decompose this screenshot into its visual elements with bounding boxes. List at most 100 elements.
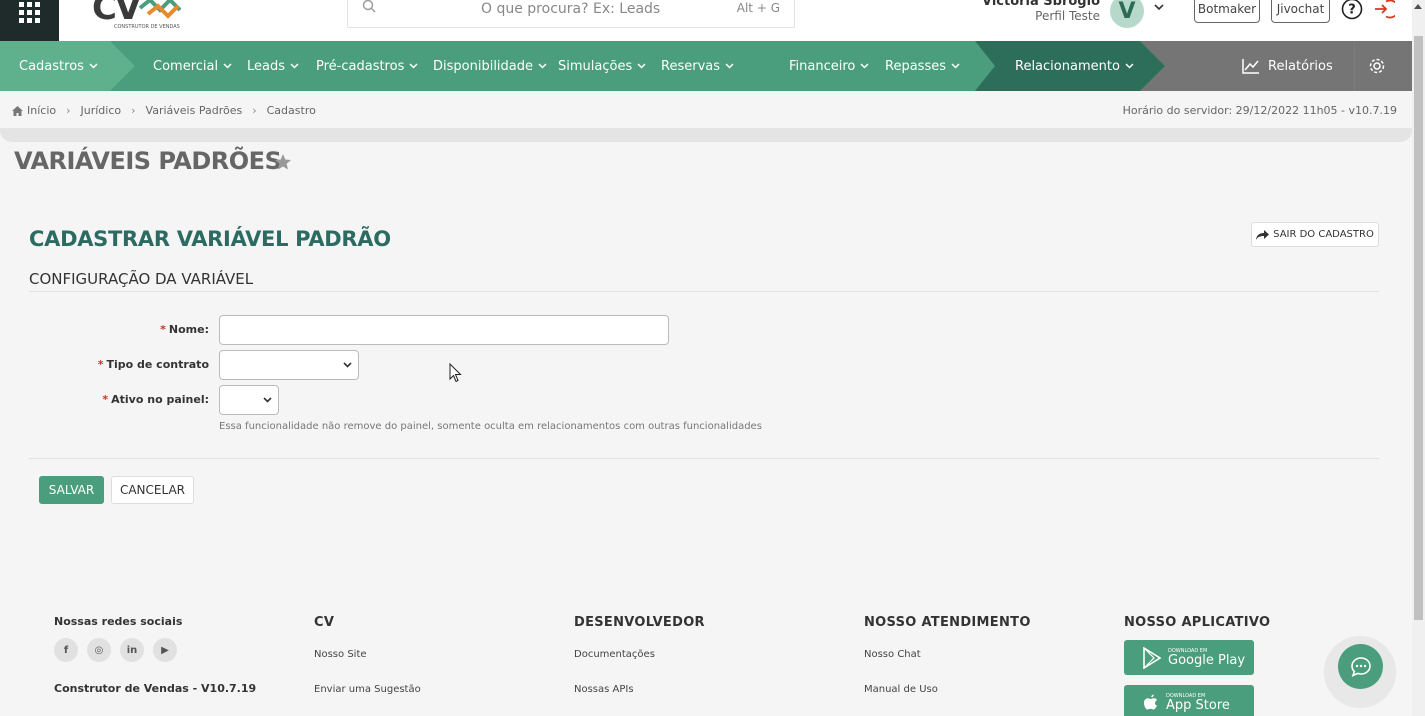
user-profile: Perfil Teste	[1035, 9, 1100, 23]
footer-link[interactable]: Nossas APIs	[574, 684, 634, 695]
avatar[interactable]: V	[1110, 0, 1144, 28]
chevron-down-icon	[725, 63, 734, 69]
divider	[29, 291, 1379, 292]
nav-item-disponibilidade[interactable]: Disponibilidade	[433, 41, 547, 91]
footer-link[interactable]: Documentações	[574, 649, 655, 660]
breadcrumb-item[interactable]: Variáveis Padrões	[146, 104, 243, 117]
nav-label: Disponibilidade	[433, 58, 534, 74]
main-navbar: Cadastros Comercial Leads Pré-cadastros …	[0, 41, 1425, 91]
server-time: Horário do servidor: 29/12/2022 11h05 - …	[1122, 104, 1397, 117]
nav-item-reservas[interactable]: Reservas	[661, 41, 734, 91]
label-text: Tipo de contrato	[106, 358, 209, 371]
label-text: Nome:	[168, 323, 209, 336]
footer-link[interactable]: Nosso Site	[314, 649, 367, 660]
contract-type-select[interactable]	[219, 350, 359, 380]
help-icon[interactable]: ?	[1341, 0, 1363, 20]
nav-item-relacionamento[interactable]: Relacionamento	[1015, 41, 1134, 91]
nav-item-cadastros[interactable]: Cadastros	[19, 41, 98, 91]
divider	[29, 458, 1379, 459]
chevron-down-icon	[263, 397, 272, 403]
nav-label: Pré-cadastros	[316, 58, 405, 74]
settings-button[interactable]	[1354, 41, 1399, 91]
google-play-icon	[1143, 646, 1162, 669]
nav-item-relatorios[interactable]: Relatórios	[1242, 41, 1333, 91]
breadcrumb: Início › Jurídico › Variáveis Padrões › …	[12, 104, 316, 117]
exit-form-button[interactable]: SAIR DO CADASTRO	[1251, 222, 1379, 247]
search-input[interactable]: O que procura? Ex: Leads	[481, 1, 660, 17]
breadcrumb-item[interactable]: Jurídico	[81, 104, 122, 117]
nav-label: Financeiro	[789, 58, 856, 74]
breadcrumb-item[interactable]: Início	[27, 104, 56, 117]
user-name[interactable]: Victoria Sbrogio	[982, 0, 1100, 9]
nav-item-leads[interactable]: Leads	[247, 41, 299, 91]
footer-link[interactable]: Enviar uma Sugestão	[314, 684, 421, 695]
footer-dev-title: DESENVOLVEDOR	[574, 615, 705, 630]
name-field-label: * Nome:	[19, 323, 209, 336]
form-title: CADASTRAR VARIÁVEL PADRÃO	[29, 227, 391, 251]
google-play-button[interactable]: DOWNLOAD EM Google Play	[1124, 640, 1254, 675]
logout-icon[interactable]	[1373, 0, 1395, 20]
name-field[interactable]	[219, 315, 669, 345]
top-header: CV CONSTRUTOR DE VENDAS O que procura? E…	[0, 0, 1425, 41]
required-mark: *	[102, 393, 109, 406]
linkedin-icon[interactable]: in	[120, 638, 144, 662]
chevron-right-icon: ›	[252, 104, 257, 117]
footer-social-title: Nossas redes sociais	[54, 615, 183, 628]
nav-item-simulacoes[interactable]: Simulações	[558, 41, 646, 91]
jivochat-button[interactable]: Jivochat	[1271, 0, 1330, 23]
gear-icon	[1369, 58, 1385, 74]
nav-item-pre-cadastros[interactable]: Pré-cadastros	[316, 41, 418, 91]
chevron-down-icon	[89, 63, 98, 69]
facebook-icon[interactable]: f	[54, 638, 78, 662]
chevron-down-icon	[951, 63, 960, 69]
apps-menu-button[interactable]	[0, 0, 59, 41]
save-button[interactable]: SALVAR	[39, 476, 104, 504]
logo[interactable]: CV CONSTRUTOR DE VENDAS	[92, 0, 192, 30]
chat-button[interactable]	[1338, 644, 1383, 689]
botmaker-button[interactable]: Botmaker	[1194, 0, 1260, 23]
home-icon	[12, 105, 23, 116]
app-store-button[interactable]: DOWNLOAD EM App Store	[1124, 685, 1254, 716]
page-title: VARIÁVEIS PADRÕES	[14, 147, 282, 175]
chevron-down-icon	[343, 362, 352, 368]
active-panel-select[interactable]	[219, 385, 279, 415]
chevron-down-icon	[1125, 63, 1134, 69]
nav-item-financeiro[interactable]: Financeiro	[789, 41, 869, 91]
chevron-down-icon	[409, 63, 418, 69]
contract-type-label: * Tipo de contrato	[19, 358, 209, 371]
footer-link[interactable]: Manual de Uso	[864, 684, 938, 695]
required-mark: *	[97, 358, 104, 371]
chevron-down-icon	[290, 63, 299, 69]
nav-label: Leads	[247, 58, 286, 74]
nav-label: Repasses	[885, 58, 946, 74]
nav-label: Comercial	[153, 58, 219, 74]
nav-label: Reservas	[661, 58, 720, 74]
label-text: Ativo no painel:	[111, 393, 209, 406]
chevron-down-icon	[637, 63, 646, 69]
required-mark: *	[160, 323, 166, 336]
youtube-icon[interactable]: ▶	[153, 638, 177, 662]
scrollbar-thumb[interactable]	[1414, 36, 1423, 620]
chevron-right-icon: ›	[131, 104, 136, 117]
cancel-button[interactable]: CANCELAR	[111, 476, 194, 504]
nav-item-comercial[interactable]: Comercial	[153, 41, 232, 91]
chevron-down-icon[interactable]	[1153, 2, 1165, 12]
footer-link[interactable]: Nosso Chat	[864, 649, 921, 660]
nav-label: Cadastros	[19, 58, 84, 74]
nav-item-repasses[interactable]: Repasses	[885, 41, 960, 91]
share-arrow-icon	[1256, 229, 1270, 240]
chevron-down-icon	[223, 63, 232, 69]
star-icon[interactable]	[274, 153, 292, 171]
logo-mark-icon	[138, 0, 182, 19]
footer-version: Construtor de Vendas - V10.7.19	[54, 682, 257, 695]
scroll-up-arrow-icon[interactable]	[1414, 4, 1422, 9]
nav-label: Simulações	[558, 58, 633, 74]
svg-text:?: ?	[1348, 3, 1356, 18]
chevron-right-icon: ›	[66, 104, 71, 117]
apple-icon	[1144, 694, 1157, 709]
active-panel-label: * Ativo no painel:	[19, 393, 209, 406]
active-panel-help: Essa funcionalidade não remove do painel…	[219, 421, 762, 432]
breadcrumb-divider	[0, 128, 1412, 142]
search-box[interactable]: O que procura? Ex: Leads Alt + G	[347, 0, 795, 28]
instagram-icon[interactable]: ◎	[87, 638, 111, 662]
